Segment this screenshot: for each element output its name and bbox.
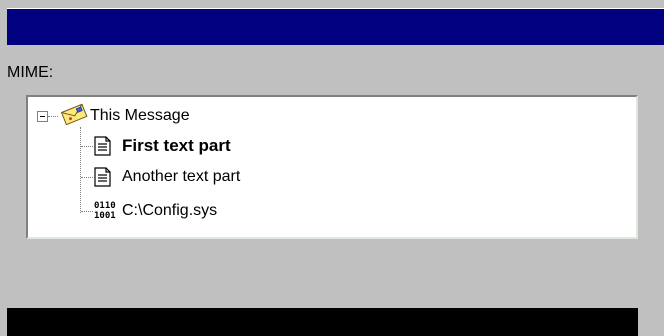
tree-node-child[interactable]: 0110 1001 C:\Config.sys [28,199,428,223]
title-bar-fill [7,8,664,45]
mime-dialog: MIME: This Message First text part Anoth… [0,0,664,336]
tree-node-label: Another text part [122,168,241,185]
bottom-panel-edge [638,308,664,336]
binary-file-icon: 0110 1001 [94,201,116,223]
binary-icon-line: 1001 [94,211,116,221]
mime-tree-view[interactable]: This Message First text part Another tex… [26,95,638,239]
tree-node-root[interactable]: This Message [28,103,328,128]
tree-node-label: First text part [122,136,231,155]
mime-label: MIME: [7,64,54,81]
tree-node-label: C:\Config.sys [122,202,218,219]
tree-node-root-label: This Message [90,107,190,124]
tree-node-child[interactable]: First text part [28,134,428,158]
envelope-icon [60,103,88,125]
text-document-icon [94,167,111,187]
tree-node-child[interactable]: Another text part [28,165,428,189]
bottom-panel [7,308,638,336]
title-bar [0,0,664,46]
text-document-icon [94,136,111,156]
binary-icon-line: 0110 [94,201,116,211]
